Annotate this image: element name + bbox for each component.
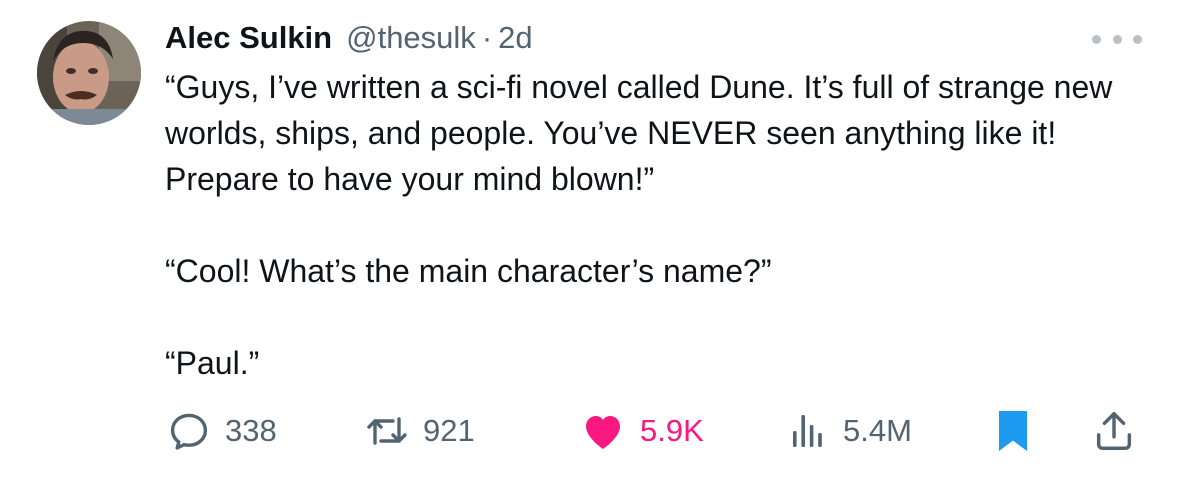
reply-button[interactable]: 338 (165, 405, 277, 457)
bookmark-icon (993, 407, 1033, 455)
views-count: 5.4M (843, 413, 912, 448)
avatar[interactable] (37, 21, 141, 125)
tweet-paragraph: “Guys, I’ve written a sci-fi novel calle… (165, 69, 1113, 197)
reply-icon (165, 407, 213, 455)
bookmark-button[interactable] (993, 405, 1033, 457)
reply-count: 338 (225, 413, 277, 448)
timestamp[interactable]: 2d (498, 20, 532, 56)
author-handle[interactable]: @thesulk (346, 20, 476, 56)
tweet-paragraph: “Paul.” (165, 345, 260, 381)
share-button[interactable] (1091, 405, 1137, 457)
tweet-text: “Guys, I’ve written a sci-fi novel calle… (165, 64, 1165, 386)
share-icon (1091, 407, 1137, 455)
like-button[interactable]: 5.9K (578, 405, 704, 457)
retweet-button[interactable]: 921 (363, 405, 475, 457)
retweet-count: 921 (423, 413, 475, 448)
retweet-icon (363, 407, 411, 455)
tweet-paragraph: “Cool! What’s the main character’s name?… (165, 253, 772, 289)
more-icon[interactable] (1092, 24, 1142, 54)
like-count: 5.9K (640, 413, 704, 448)
author-name[interactable]: Alec Sulkin (165, 20, 332, 56)
tweet-header: Alec Sulkin @thesulk · 2d (165, 14, 533, 62)
views-icon (783, 407, 831, 455)
header-separator: · (481, 20, 493, 55)
action-bar: 338 921 5.9K 5.4M (165, 405, 1145, 457)
views-button[interactable]: 5.4M (783, 405, 912, 457)
like-icon (578, 407, 628, 455)
